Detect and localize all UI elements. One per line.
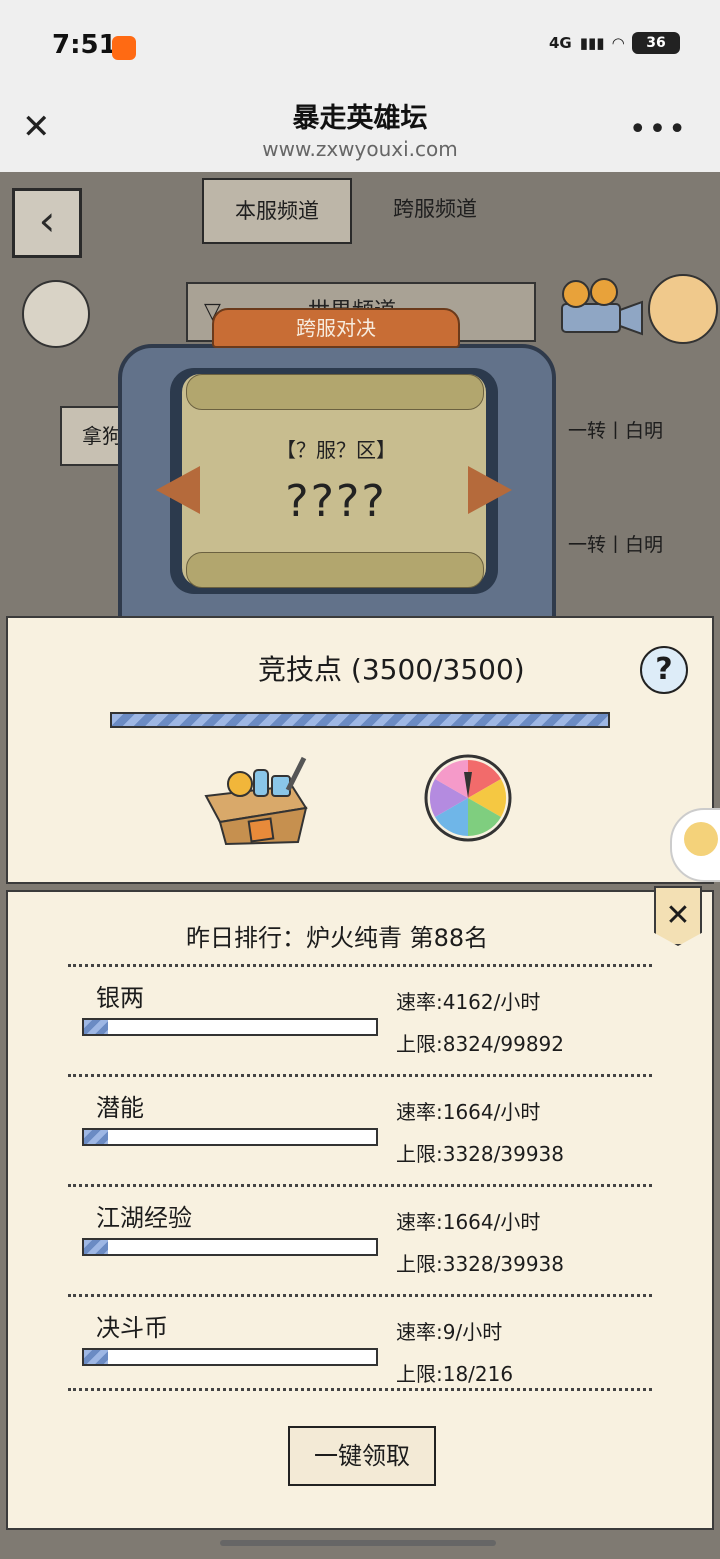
resource-name: 潜能	[96, 1094, 144, 1122]
resource-rate: 速率:1664/小时	[396, 1210, 541, 1234]
board-header: 跨服对决	[212, 308, 460, 348]
resource-name: 银两	[96, 984, 144, 1012]
arena-points-title: 竞技点 (3500/3500)	[258, 653, 525, 686]
opponent-name: ????	[285, 476, 387, 527]
tab-local-channel[interactable]: 本服频道	[202, 178, 352, 244]
page-url: www.zxwyouxi.com	[262, 137, 458, 161]
scroll-roll-top	[186, 374, 484, 410]
status-indicators: 4G ▮▮▮ ◠ 36	[549, 32, 680, 54]
npc-avatar[interactable]	[648, 274, 718, 344]
resource-progress-fill	[84, 1240, 109, 1254]
arena-points-bar	[110, 712, 610, 728]
wifi-icon: ◠	[612, 34, 624, 52]
arrow-left-icon[interactable]	[156, 466, 200, 514]
resource-progress-bar	[82, 1128, 378, 1146]
notification-app-icon	[112, 36, 136, 60]
resource-name: 决斗币	[96, 1314, 168, 1342]
divider	[68, 1294, 652, 1297]
signal-icon: ▮▮▮	[579, 34, 605, 52]
battery-icon: 36	[632, 32, 680, 54]
home-indicator[interactable]	[220, 1540, 496, 1546]
resource-progress-fill	[84, 1020, 109, 1034]
resource-limit: 上限:3328/39938	[396, 1252, 564, 1276]
divider	[68, 964, 652, 967]
arrow-right-icon[interactable]	[468, 466, 512, 514]
supply-box-icon[interactable]	[196, 750, 314, 846]
tab-cross-channel[interactable]: 跨服频道	[360, 178, 510, 240]
lucky-wheel-icon[interactable]	[422, 752, 514, 844]
assistant-icon	[684, 822, 718, 856]
opponent-server: 【？服？区】	[276, 438, 396, 462]
resource-limit: 上限:18/216	[396, 1362, 514, 1386]
resource-rate: 速率:9/小时	[396, 1320, 503, 1344]
rank-label: 一转丨白明	[568, 534, 664, 556]
resource-limit: 上限:3328/39938	[396, 1142, 564, 1166]
help-icon[interactable]: ?	[640, 646, 688, 694]
divider	[68, 1184, 652, 1187]
resource-limit: 上限:8324/99892	[396, 1032, 564, 1056]
resource-rate: 速率:1664/小时	[396, 1100, 541, 1124]
resource-progress-fill	[84, 1350, 109, 1364]
resource-progress-bar	[82, 1238, 378, 1256]
resource-progress-bar	[82, 1018, 378, 1036]
network-label: 4G	[548, 34, 572, 52]
yesterday-ranking: 昨日排行：炉火纯青 第88名	[186, 924, 489, 952]
resource-name: 江湖经验	[96, 1204, 192, 1232]
divider	[68, 1074, 652, 1077]
divider	[68, 1388, 652, 1391]
page-title: 暴走英雄坛	[292, 103, 428, 134]
battery-level: 36	[646, 35, 666, 51]
status-time: 7:51	[52, 30, 117, 60]
scroll-roll-bottom	[186, 552, 484, 588]
camera-icon[interactable]	[556, 278, 646, 338]
more-options-icon[interactable]: •••	[629, 112, 688, 147]
back-icon[interactable]: ‹	[12, 188, 82, 258]
resource-progress-bar	[82, 1348, 378, 1366]
rank-label: 一转丨白明	[568, 420, 664, 442]
claim-all-button[interactable]: 一键领取	[288, 1426, 436, 1486]
avatar[interactable]	[22, 280, 90, 348]
resource-progress-fill	[84, 1130, 109, 1144]
resource-rate: 速率:4162/小时	[396, 990, 541, 1014]
